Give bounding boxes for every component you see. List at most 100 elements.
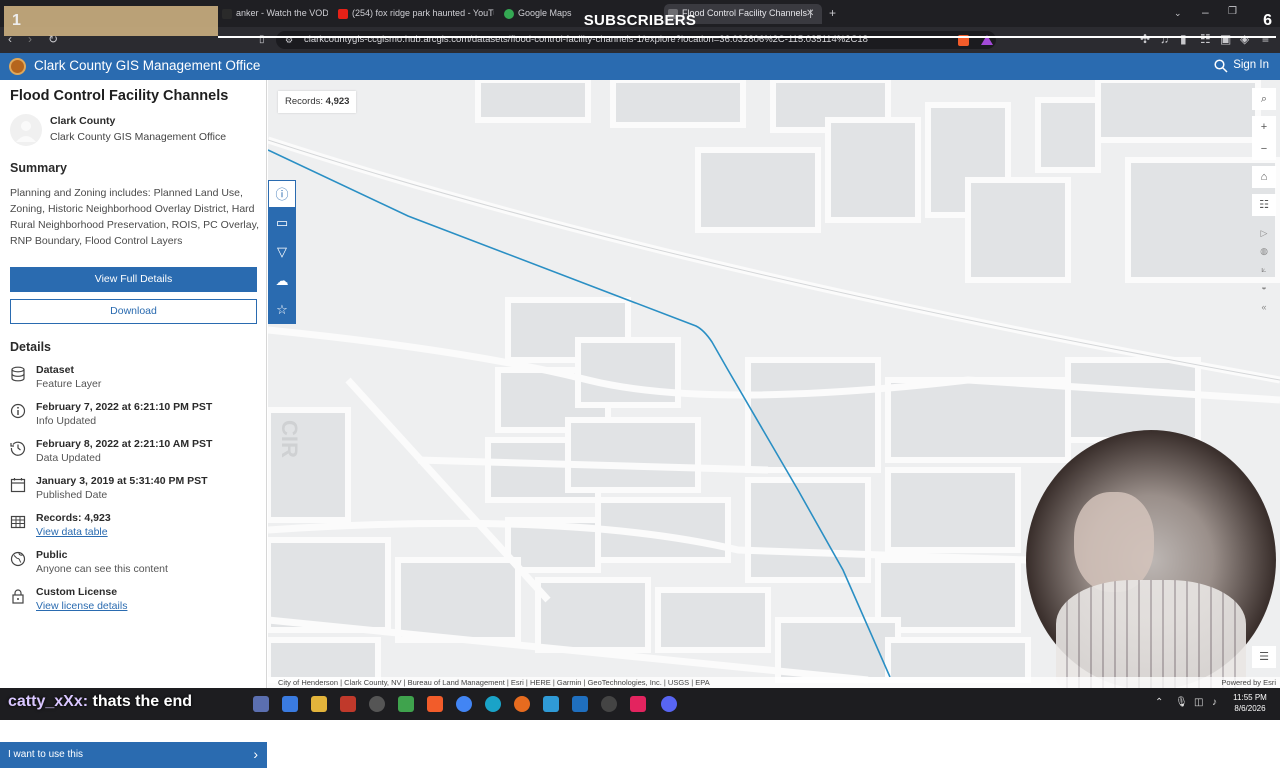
webcam-overlay xyxy=(1026,430,1276,688)
maximize-icon[interactable]: ❐ xyxy=(1228,6,1237,18)
download-button[interactable]: Download xyxy=(10,299,257,324)
county-logo[interactable] xyxy=(9,58,26,75)
globe-icon xyxy=(10,551,26,567)
network-icon[interactable]: ◫ xyxy=(1194,697,1203,708)
vpn-icon[interactable]: ◈ xyxy=(1240,33,1249,45)
map-side-toolbar: ⓘ ▭ ▽ ☁ ☆ xyxy=(268,180,296,324)
sidebar-icon[interactable]: ▮ xyxy=(1180,33,1187,45)
detail-records: Records: 4,923 View data table xyxy=(10,512,260,546)
detail-dataset: Dataset Feature Layer xyxy=(10,364,260,398)
browser-tab[interactable]: anker - Watch the VOD on K xyxy=(218,4,328,24)
vscode-icon[interactable] xyxy=(572,696,588,712)
map-search-icon[interactable]: ⌕ xyxy=(1252,88,1276,110)
view-license-link[interactable]: View license details xyxy=(36,600,127,612)
app-icon[interactable] xyxy=(601,696,617,712)
tiktok-icon[interactable] xyxy=(630,696,646,712)
sign-in-link[interactable]: Sign In xyxy=(1233,59,1269,71)
map-view[interactable]: CIR Records: 4,923 ⓘ ▭ ▽ ☁ ☆ ⌕ + − ⌂ ☷ ▷… xyxy=(268,80,1280,688)
detail-title: January 3, 2019 at 5:31:40 PM PST xyxy=(36,475,208,487)
volume-icon[interactable]: ♪ xyxy=(1212,697,1217,708)
cloud-download-icon[interactable]: ☁ xyxy=(268,267,296,295)
overlay-right-value: 6 xyxy=(1263,12,1272,29)
database-icon xyxy=(11,366,25,382)
measure-icon[interactable]: ⟀ xyxy=(1256,261,1272,277)
user-icon xyxy=(16,121,36,142)
i-want-to-use-this-bar[interactable]: I want to use this › xyxy=(0,742,267,768)
attribution-text: City of Henderson | Clark County, NV | B… xyxy=(278,678,710,687)
search-icon[interactable] xyxy=(1214,59,1228,73)
zoom-out-icon[interactable]: − xyxy=(1252,138,1276,160)
stream-overlay-counter-left: 1 xyxy=(4,6,218,36)
menu-icon[interactable]: ≡ xyxy=(1262,33,1269,45)
detail-sub: Published Date xyxy=(36,489,108,501)
zoom-in-icon[interactable]: + xyxy=(1252,116,1276,138)
basemap-icon[interactable]: ◒ xyxy=(1256,279,1272,295)
chevron-down-icon[interactable]: ⌄ xyxy=(1174,7,1182,19)
detail-title: February 8, 2022 at 2:21:10 AM PST xyxy=(36,438,213,450)
clock-app-icon[interactable] xyxy=(369,696,385,712)
chrome-icon[interactable] xyxy=(456,696,472,712)
home-icon[interactable]: ⌂ xyxy=(1252,166,1276,188)
detail-title: February 7, 2022 at 6:21:10 PM PST xyxy=(36,401,213,413)
records-value: 4,923 xyxy=(325,96,350,107)
app-icon[interactable] xyxy=(543,696,559,712)
app-icon[interactable] xyxy=(253,696,269,712)
wallet-icon[interactable]: ▣ xyxy=(1220,33,1231,45)
music-icon[interactable]: ♫ xyxy=(1160,33,1169,45)
close-tab-icon[interactable]: ✕ xyxy=(806,8,814,20)
app-icon[interactable] xyxy=(282,696,298,712)
minimize-icon[interactable]: – xyxy=(1202,6,1209,18)
lock-icon xyxy=(12,589,24,604)
detail-published: January 3, 2019 at 5:31:40 PM PST Publis… xyxy=(10,475,260,509)
records-count-badge: Records: 4,923 xyxy=(278,91,357,113)
microphone-icon[interactable]: 🎙 xyxy=(1175,697,1188,708)
discord-icon[interactable] xyxy=(661,696,677,712)
detail-info-updated: February 7, 2022 at 6:21:10 PM PST Info … xyxy=(10,401,260,435)
tab-groups-icon[interactable]: ☷ xyxy=(1200,33,1211,45)
powered-by-esri[interactable]: Powered by Esri xyxy=(1221,677,1276,688)
chat-message: thats the end xyxy=(92,693,193,710)
view-full-details-button[interactable]: View Full Details xyxy=(10,267,257,292)
info-icon[interactable]: ⓘ xyxy=(268,180,296,208)
records-label: Records: xyxy=(285,96,324,107)
detail-sub: Anyone can see this content xyxy=(36,563,168,575)
navigate-icon[interactable]: ▷ xyxy=(1256,225,1272,241)
street-label: CIR xyxy=(277,420,302,458)
pin-icon[interactable]: ◍ xyxy=(1256,243,1272,259)
use-bar-label: I want to use this xyxy=(8,749,84,760)
owner-org: Clark County GIS Management Office xyxy=(50,131,227,143)
comment-icon[interactable]: ▭ xyxy=(268,209,296,237)
table-icon[interactable]: ☷ xyxy=(1252,194,1276,216)
brave-icon[interactable] xyxy=(427,696,443,712)
browser-tab[interactable]: (254) fox ridge park haunted - YouTu xyxy=(334,4,494,24)
maps-icon[interactable] xyxy=(398,696,414,712)
clock-date: 8/6/2026 xyxy=(1234,704,1266,713)
app-icon[interactable] xyxy=(340,696,356,712)
star-icon[interactable]: ☆ xyxy=(268,296,296,324)
legend-icon[interactable]: ☰ xyxy=(1252,646,1276,668)
owner-name[interactable]: Clark County xyxy=(50,115,115,127)
collapse-icon[interactable]: « xyxy=(1256,299,1272,315)
system-clock[interactable]: 11:55 PM 8/6/2026 xyxy=(1228,692,1272,714)
folder-icon[interactable] xyxy=(311,696,327,712)
tray-chevron-icon[interactable]: ⌃ xyxy=(1155,697,1163,708)
filter-icon[interactable]: ▽ xyxy=(268,238,296,266)
detail-sub: Info Updated xyxy=(36,415,97,427)
detail-title: Dataset xyxy=(36,364,74,376)
new-tab-icon[interactable]: + xyxy=(829,7,836,19)
site-title[interactable]: Clark County GIS Management Office xyxy=(34,58,260,73)
webcam-face xyxy=(1074,492,1154,592)
view-data-table-link[interactable]: View data table xyxy=(36,526,108,538)
summary-text: Planning and Zoning includes: Planned La… xyxy=(10,187,259,247)
detail-sub: Data Updated xyxy=(36,452,101,464)
firefox-icon[interactable] xyxy=(514,696,530,712)
extensions-icon[interactable]: ✣ xyxy=(1140,33,1150,45)
overlay-divider xyxy=(218,36,1276,38)
chat-username: catty_xXx: xyxy=(8,693,89,710)
info-icon xyxy=(10,403,26,419)
detail-public: Public Anyone can see this content xyxy=(10,549,260,583)
tab-label: (254) fox ridge park haunted - YouTu xyxy=(352,8,494,18)
url-field[interactable]: ⚙ clarkcountygis-ccgismo.hub.arcgis.com/… xyxy=(276,31,996,49)
edge-icon[interactable] xyxy=(485,696,501,712)
history-icon xyxy=(10,441,26,456)
